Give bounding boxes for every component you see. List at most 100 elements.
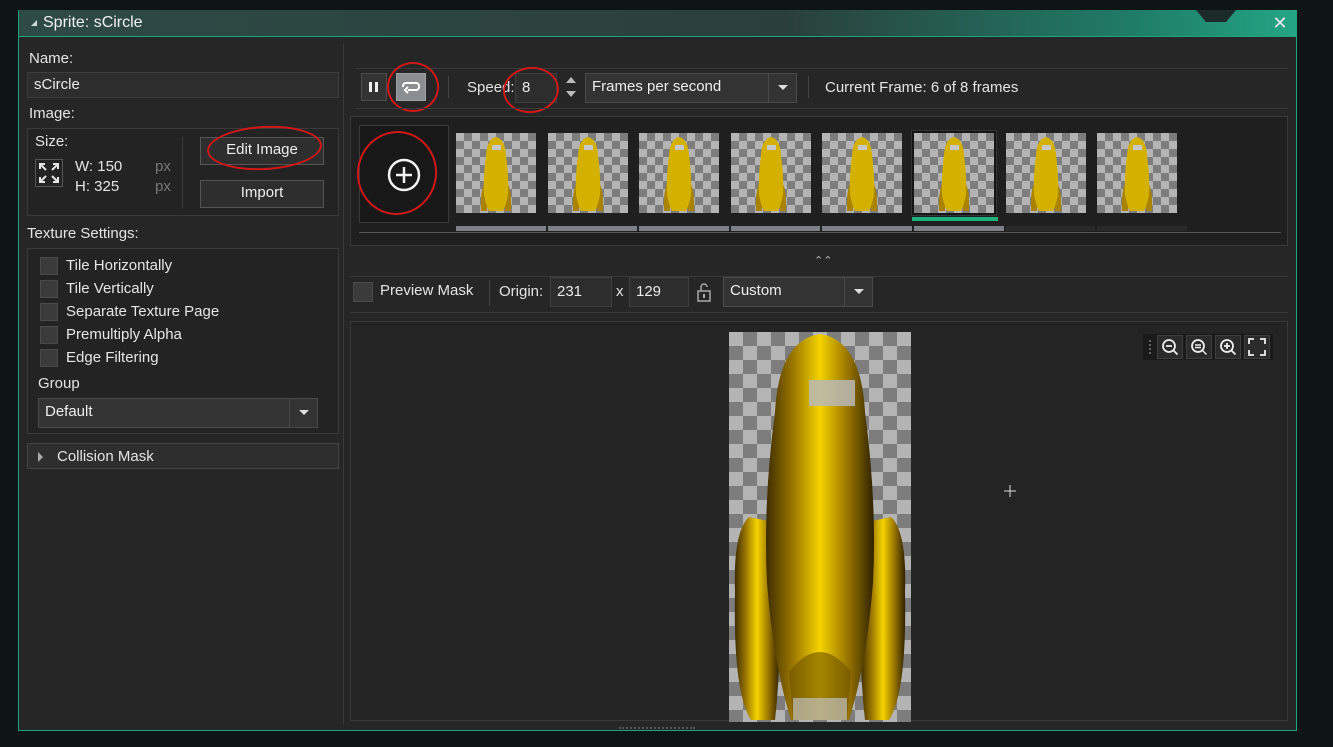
origin-label: Origin: (499, 283, 544, 300)
sprite-preview (729, 332, 911, 722)
timeline-segment[interactable] (639, 226, 729, 231)
frame-thumbnail[interactable] (730, 133, 811, 213)
loop-icon (402, 82, 420, 94)
title-notch (1196, 10, 1236, 22)
window-title: Sprite: sCircle (43, 14, 143, 31)
speed-input[interactable]: 8 (515, 73, 557, 103)
divider (448, 76, 449, 98)
divider (808, 76, 809, 98)
zoom-out-icon (1162, 339, 1179, 356)
frame-thumbnail[interactable] (547, 133, 628, 213)
zoom-out-button[interactable] (1157, 335, 1183, 359)
height-unit: px (155, 178, 171, 195)
frame-strip (350, 116, 1288, 246)
edge-filtering-checkbox[interactable] (40, 349, 58, 367)
frame-thumbnail[interactable] (1097, 133, 1178, 213)
edit-image-button[interactable]: Edit Image (200, 137, 324, 165)
name-input[interactable]: sCircle (27, 72, 339, 98)
separate-texture-page-checkbox[interactable] (40, 303, 58, 321)
zoom-reset-icon (1191, 339, 1207, 355)
expand-icon[interactable] (38, 452, 43, 462)
width-unit: px (155, 158, 171, 175)
current-frame-label: Current Frame: 6 of 8 frames (825, 79, 1019, 96)
tile-horizontally-label: Tile Horizontally (66, 257, 173, 274)
timeline-segment[interactable] (547, 226, 638, 231)
origin-mode-value: Custom (730, 282, 782, 299)
sprite-editor-window: Sprite: sCircle ✕ Name: sCircle Image: S… (18, 10, 1297, 731)
resize-grip[interactable] (619, 727, 695, 729)
origin-x-input[interactable]: 231 (550, 277, 612, 307)
tile-vertically-label: Tile Vertically (66, 280, 154, 297)
zoom-toolbar (1143, 334, 1273, 360)
texture-settings-label: Texture Settings: (27, 225, 139, 242)
timeline-segment[interactable] (822, 226, 912, 231)
zoom-in-button[interactable] (1215, 335, 1241, 359)
frame-thumbnail[interactable] (639, 133, 720, 213)
timeline-segment[interactable] (730, 226, 821, 231)
chevron-down-icon[interactable] (844, 278, 872, 306)
premultiply-alpha-label: Premultiply Alpha (66, 326, 182, 343)
separate-texture-page-label: Separate Texture Page (66, 303, 220, 320)
timeline-segment[interactable] (1005, 226, 1096, 231)
divider (489, 280, 490, 306)
zoom-reset-button[interactable] (1186, 335, 1212, 359)
pause-button[interactable] (361, 73, 387, 101)
fit-icon (1248, 338, 1266, 356)
tile-horizontally-checkbox[interactable] (40, 257, 58, 275)
image-box: Size: W: 150 H: 325 px px Edit Image Imp… (27, 123, 339, 216)
tile-vertically-checkbox[interactable] (40, 280, 58, 298)
preview-mask-checkbox[interactable] (353, 282, 373, 302)
frame-timeline[interactable] (359, 226, 1281, 233)
lock-icon[interactable] (695, 280, 713, 304)
chevron-up-icon[interactable] (566, 77, 576, 83)
pause-icon (369, 82, 378, 92)
add-frame-icon (387, 158, 421, 192)
divider (356, 108, 1288, 109)
origin-separator: x (616, 283, 624, 300)
speed-label: Speed: (467, 79, 515, 96)
timeline-segment[interactable] (1097, 226, 1187, 231)
collapse-up-icon[interactable]: ⌃⌃ (814, 254, 832, 267)
drag-handle-icon[interactable] (1149, 340, 1153, 354)
fit-to-view-button[interactable] (1244, 335, 1270, 359)
image-label: Image: (29, 105, 75, 122)
chevron-down-icon[interactable] (566, 91, 576, 97)
preview-mask-label: Preview Mask (380, 282, 474, 299)
size-label: Size: (35, 133, 69, 150)
texture-settings-box: Tile Horizontally Tile Vertically Separa… (27, 248, 339, 434)
rocket-sprite (734, 334, 906, 720)
origin-y-input[interactable]: 129 (629, 277, 689, 307)
loop-button[interactable] (396, 73, 426, 101)
close-icon[interactable]: ✕ (1270, 13, 1290, 33)
frame-thumbnail[interactable] (456, 133, 536, 213)
group-label: Group (38, 375, 80, 392)
selected-frame-indicator (912, 217, 998, 221)
divider (350, 312, 1288, 313)
chevron-down-icon[interactable] (768, 74, 796, 102)
resize-icon[interactable] (35, 159, 63, 187)
frame-thumbnail[interactable] (912, 131, 996, 215)
collision-mask-label: Collision Mask (57, 448, 154, 465)
panel-splitter[interactable] (343, 44, 344, 724)
height-value: H: 325 (75, 178, 120, 195)
speed-unit-dropdown[interactable]: Frames per second (585, 73, 797, 103)
group-dropdown[interactable]: Default (38, 398, 318, 428)
divider (356, 68, 1288, 69)
timeline-segment[interactable] (456, 226, 546, 231)
title-bar[interactable]: Sprite: sCircle ✕ (19, 10, 1296, 37)
add-frame-button[interactable] (359, 125, 449, 223)
speed-stepper[interactable] (564, 74, 578, 102)
sprite-canvas[interactable] (350, 321, 1288, 722)
divider (182, 137, 183, 209)
speed-unit-value: Frames per second (592, 78, 722, 95)
origin-mode-dropdown[interactable]: Custom (723, 277, 873, 307)
timeline-segment[interactable] (914, 226, 1004, 231)
frame-thumbnail[interactable] (1005, 133, 1086, 213)
premultiply-alpha-checkbox[interactable] (40, 326, 58, 344)
import-button[interactable]: Import (200, 180, 324, 208)
collision-mask-header[interactable]: Collision Mask (27, 443, 339, 469)
frame-thumbnail[interactable] (822, 133, 903, 213)
collapse-icon[interactable] (31, 20, 37, 26)
chevron-down-icon[interactable] (289, 399, 317, 427)
name-label: Name: (29, 50, 74, 67)
